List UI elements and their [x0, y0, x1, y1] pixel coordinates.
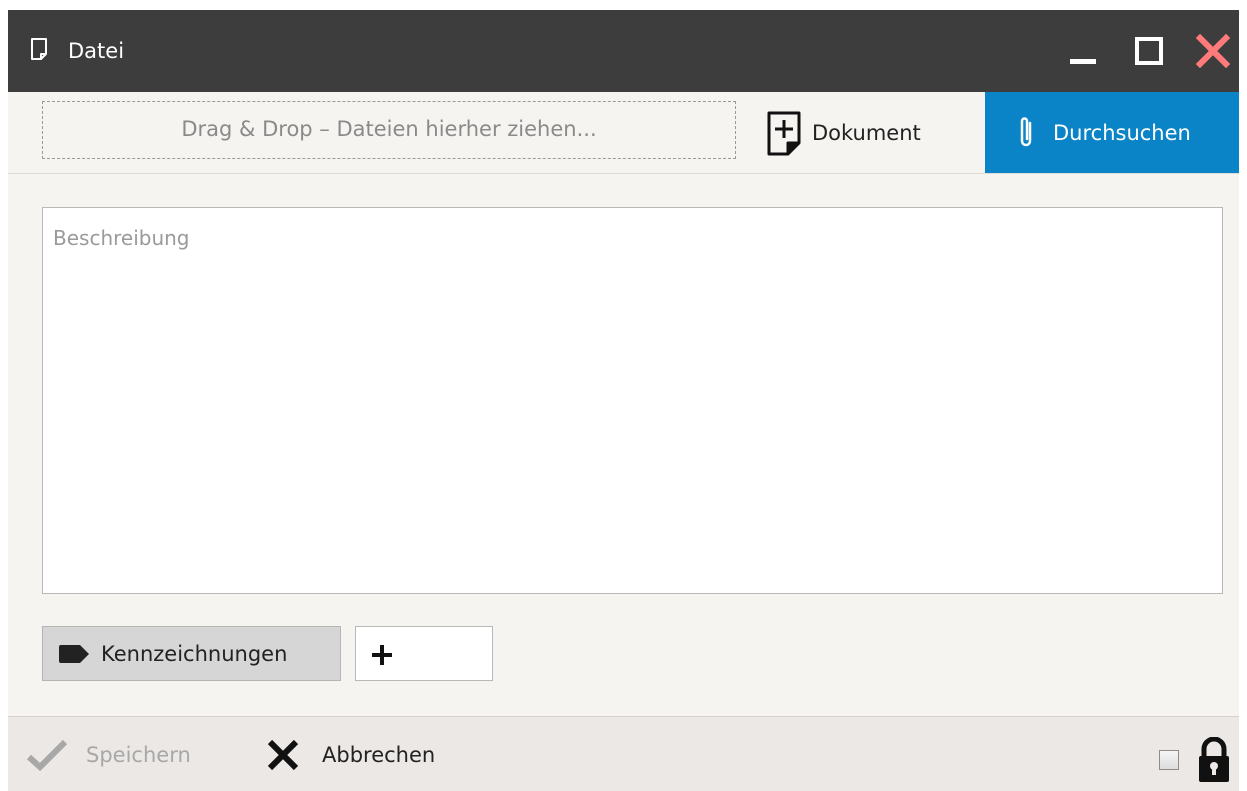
upload-toolbar: Drag & Drop – Dateien hierher ziehen... …	[8, 92, 1239, 174]
document-icon	[31, 38, 47, 60]
drag-drop-zone[interactable]: Drag & Drop – Dateien hierher ziehen...	[42, 101, 736, 159]
footer-toolbar: Speichern Abbrechen	[8, 716, 1239, 791]
save-button[interactable]: Speichern	[26, 717, 191, 791]
x-icon	[267, 739, 299, 770]
add-document-button[interactable]: Dokument	[760, 92, 970, 173]
maximize-icon	[1135, 37, 1163, 65]
tags-label: Kennzeichnungen	[101, 641, 288, 666]
document-label: Dokument	[812, 120, 921, 145]
window-title: Datei	[68, 39, 125, 63]
tags-button[interactable]: Kennzeichnungen	[42, 626, 341, 681]
title-bar[interactable]: Datei	[8, 10, 1239, 92]
lock-checkbox[interactable]	[1159, 750, 1179, 770]
browse-label: Durchsuchen	[1053, 120, 1191, 145]
add-tag-button[interactable]	[355, 626, 493, 681]
plus-icon	[372, 645, 392, 665]
add-document-icon	[767, 111, 801, 155]
close-icon	[1195, 33, 1231, 69]
tag-icon	[59, 644, 89, 663]
cancel-label: Abbrechen	[322, 742, 436, 767]
save-label: Speichern	[86, 742, 191, 767]
minimize-icon	[1070, 59, 1096, 64]
checkmark-icon	[26, 739, 68, 771]
cancel-button[interactable]: Abbrechen	[266, 717, 435, 791]
browse-button[interactable]: Durchsuchen	[985, 92, 1239, 173]
close-button[interactable]	[1195, 33, 1231, 69]
paperclip-icon	[1020, 116, 1032, 146]
description-input[interactable]	[42, 207, 1223, 594]
file-dialog: Datei Drag & Drop – Dateien hierher zieh…	[8, 10, 1239, 791]
minimize-button[interactable]	[1066, 34, 1100, 68]
maximize-button[interactable]	[1132, 34, 1166, 68]
lock-icon	[1199, 737, 1229, 782]
